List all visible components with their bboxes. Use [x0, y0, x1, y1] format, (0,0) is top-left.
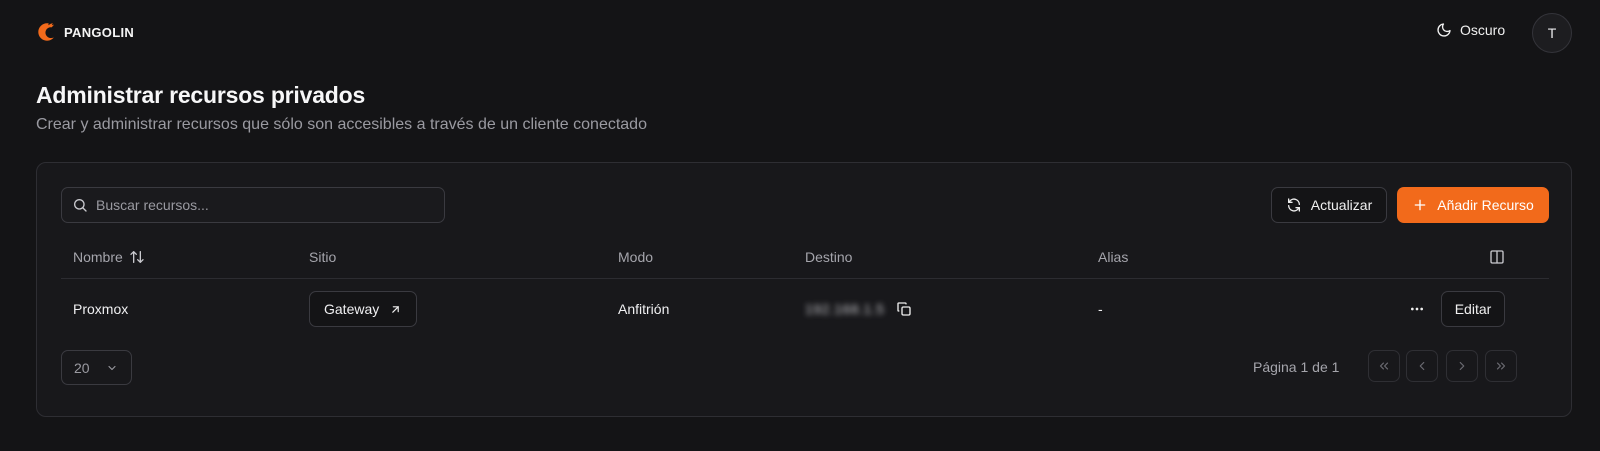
page-size-value: 20 [74, 359, 90, 376]
brand[interactable]: PANGOLIN [36, 20, 134, 44]
chevrons-left-icon [1379, 362, 1389, 370]
column-label: Nombre [73, 249, 123, 265]
first-page-button[interactable] [1368, 350, 1400, 382]
page-size-select[interactable]: 20 [61, 350, 132, 385]
plus-icon [1414, 199, 1426, 211]
destination-value: 192.168.1.5 [805, 301, 885, 317]
last-page-button[interactable] [1485, 350, 1517, 382]
cell-destino: 192.168.1.5 [805, 279, 912, 339]
add-resource-button[interactable]: Añadir Recurso [1397, 187, 1549, 223]
previous-page-button[interactable] [1406, 350, 1438, 382]
columns-toggle-button[interactable] [1483, 235, 1505, 279]
chevron-right-icon [1459, 361, 1465, 371]
add-resource-label: Añadir Recurso [1437, 197, 1534, 213]
row-actions-button[interactable] [1405, 299, 1429, 319]
search-input[interactable] [88, 188, 444, 222]
moon-icon [1437, 23, 1451, 37]
next-page-button[interactable] [1446, 350, 1478, 382]
chevron-down-icon [108, 365, 116, 370]
table-row: Proxmox Gateway Anfitrión 192.168.1.5 - … [61, 279, 1549, 339]
cell-nombre: Proxmox [73, 301, 129, 317]
page-info: Página 1 de 1 [1253, 359, 1340, 375]
theme-label: Oscuro [1460, 22, 1506, 38]
more-horizontal-icon [1411, 307, 1423, 311]
top-bar: PANGOLIN Oscuro T [0, 0, 1600, 64]
page-subtitle: Crear y administrar recursos que sólo so… [36, 116, 647, 133]
user-avatar[interactable]: T [1532, 13, 1572, 53]
search-box [61, 187, 445, 223]
pangolin-logo-icon [38, 23, 55, 41]
theme-toggle-button[interactable]: Oscuro [1436, 22, 1505, 38]
columns-icon [1490, 250, 1504, 264]
resources-card: Actualizar Añadir Recurso Nombre Sitio M… [36, 162, 1572, 417]
edit-button[interactable]: Editar [1441, 291, 1505, 327]
cell-sitio: Gateway [309, 279, 418, 339]
cell-alias: - [1098, 301, 1103, 317]
column-header-sitio: Sitio [309, 249, 337, 265]
brand-name: PANGOLIN [64, 24, 135, 40]
search-icon [74, 199, 87, 212]
page-title: Administrar recursos privados [36, 82, 366, 108]
chevrons-right-icon [1496, 362, 1506, 370]
copy-icon[interactable] [896, 301, 912, 317]
cell-modo: Anfitrión [618, 301, 670, 317]
site-name: Gateway [324, 301, 380, 317]
column-header-nombre[interactable]: Nombre [73, 235, 145, 279]
refresh-icon [1287, 198, 1300, 212]
column-header-alias: Alias [1098, 249, 1129, 265]
sort-icon[interactable] [129, 249, 145, 265]
column-header-modo: Modo [618, 249, 654, 265]
arrow-up-right-icon [392, 305, 400, 313]
column-header-destino: Destino [805, 249, 853, 265]
table-header: Nombre Sitio Modo Destino Alias [61, 235, 1549, 279]
refresh-label: Actualizar [1310, 197, 1373, 213]
site-link-button[interactable]: Gateway [309, 291, 418, 327]
refresh-button[interactable]: Actualizar [1271, 187, 1387, 223]
chevron-left-icon [1419, 361, 1425, 371]
